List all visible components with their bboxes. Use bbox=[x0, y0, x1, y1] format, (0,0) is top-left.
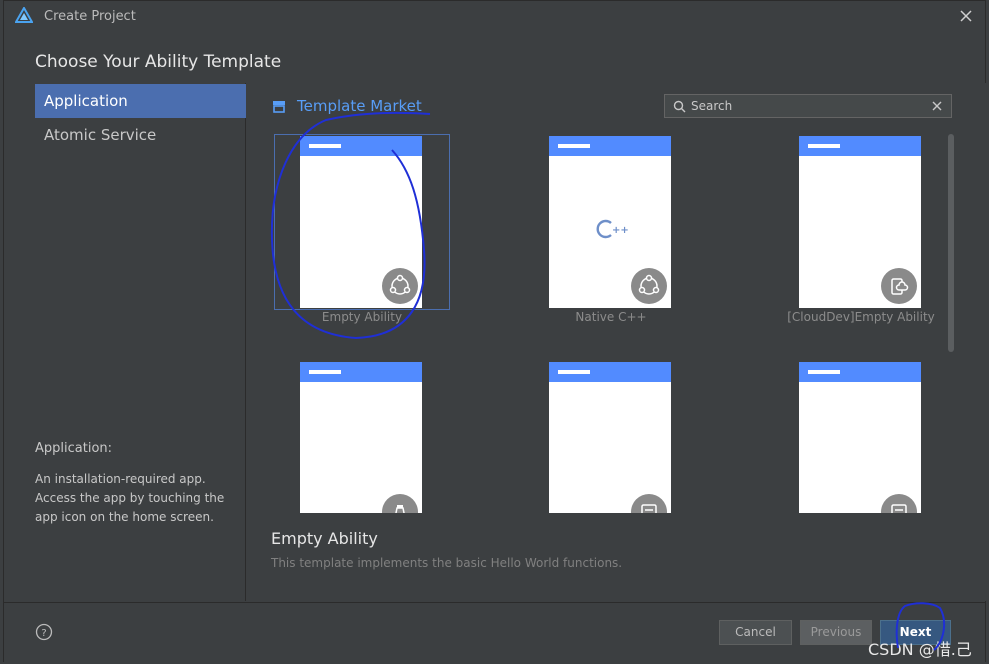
template-label: Native C++ bbox=[575, 310, 647, 324]
template-preview bbox=[549, 362, 671, 513]
close-icon[interactable] bbox=[957, 7, 975, 25]
template-grid: Empty Ability ++ Native C++ [CloudDev]Em… bbox=[247, 133, 957, 513]
cancel-button[interactable]: Cancel bbox=[719, 620, 792, 645]
template-grid-scrollbar[interactable] bbox=[948, 134, 954, 352]
template-card-4[interactable] bbox=[274, 360, 450, 513]
template-market-label: Template Market bbox=[297, 97, 422, 115]
template-card-empty-ability[interactable]: Empty Ability bbox=[274, 134, 450, 334]
clear-search-icon[interactable] bbox=[931, 100, 943, 112]
dialog-footer: ? Cancel Previous Next bbox=[4, 602, 985, 663]
deveco-logo-icon bbox=[15, 7, 33, 23]
create-project-dialog: Create Project Choose Your Ability Templ… bbox=[3, 0, 987, 663]
ability-icon bbox=[631, 268, 667, 304]
template-preview: ++ bbox=[549, 136, 671, 308]
previous-button[interactable]: Previous bbox=[800, 620, 872, 645]
template-label: Empty Ability bbox=[321, 310, 403, 324]
window-title: Create Project bbox=[44, 8, 136, 24]
template-market-link[interactable]: Template Market bbox=[272, 97, 422, 115]
template-card-6[interactable] bbox=[773, 360, 949, 513]
template-preview bbox=[300, 136, 422, 308]
template-card-clouddev-empty-ability[interactable]: [CloudDev]Empty Ability bbox=[773, 134, 949, 334]
svg-text:?: ? bbox=[41, 628, 46, 639]
watermark: CSDN @惜.己 bbox=[868, 640, 972, 659]
sidebar-item-label: Atomic Service bbox=[44, 126, 157, 144]
search-icon bbox=[673, 100, 686, 112]
template-panel: Template Market Search Empty Ability ++ … bbox=[247, 83, 987, 601]
template-card-native-cpp[interactable]: ++ Native C++ bbox=[523, 134, 699, 334]
selected-template-description: This template implements the basic Hello… bbox=[271, 556, 623, 570]
page-title: Choose Your Ability Template bbox=[35, 52, 282, 72]
help-icon[interactable]: ? bbox=[35, 623, 53, 641]
template-label: [CloudDev]Empty Ability bbox=[787, 310, 935, 324]
description-body: An installation-required app. Access the… bbox=[35, 472, 225, 524]
template-preview bbox=[799, 362, 921, 513]
template-preview bbox=[799, 136, 921, 308]
description-heading: Application: bbox=[35, 441, 113, 456]
service-icon bbox=[382, 494, 418, 513]
search-box bbox=[664, 94, 952, 118]
sidebar-item-application[interactable]: Application bbox=[35, 84, 246, 118]
sidebar-item-atomic-service[interactable]: Atomic Service bbox=[35, 118, 246, 152]
sidebar: Application Atomic Service Application: … bbox=[4, 83, 246, 601]
selected-template-title: Empty Ability bbox=[271, 529, 378, 548]
search-input[interactable] bbox=[691, 99, 931, 113]
cpp-logo-icon: ++ bbox=[596, 219, 629, 239]
title-bar: Create Project bbox=[4, 1, 985, 31]
store-icon bbox=[273, 101, 285, 113]
cloud-device-icon bbox=[881, 268, 917, 304]
ability-icon bbox=[382, 268, 418, 304]
svg-text:++: ++ bbox=[612, 225, 629, 236]
template-card-5[interactable] bbox=[523, 360, 699, 513]
form-icon bbox=[881, 494, 917, 513]
dialog-header: Choose Your Ability Template bbox=[4, 32, 985, 82]
template-preview bbox=[300, 362, 422, 513]
form-icon bbox=[631, 494, 667, 513]
sidebar-item-label: Application bbox=[44, 92, 128, 110]
